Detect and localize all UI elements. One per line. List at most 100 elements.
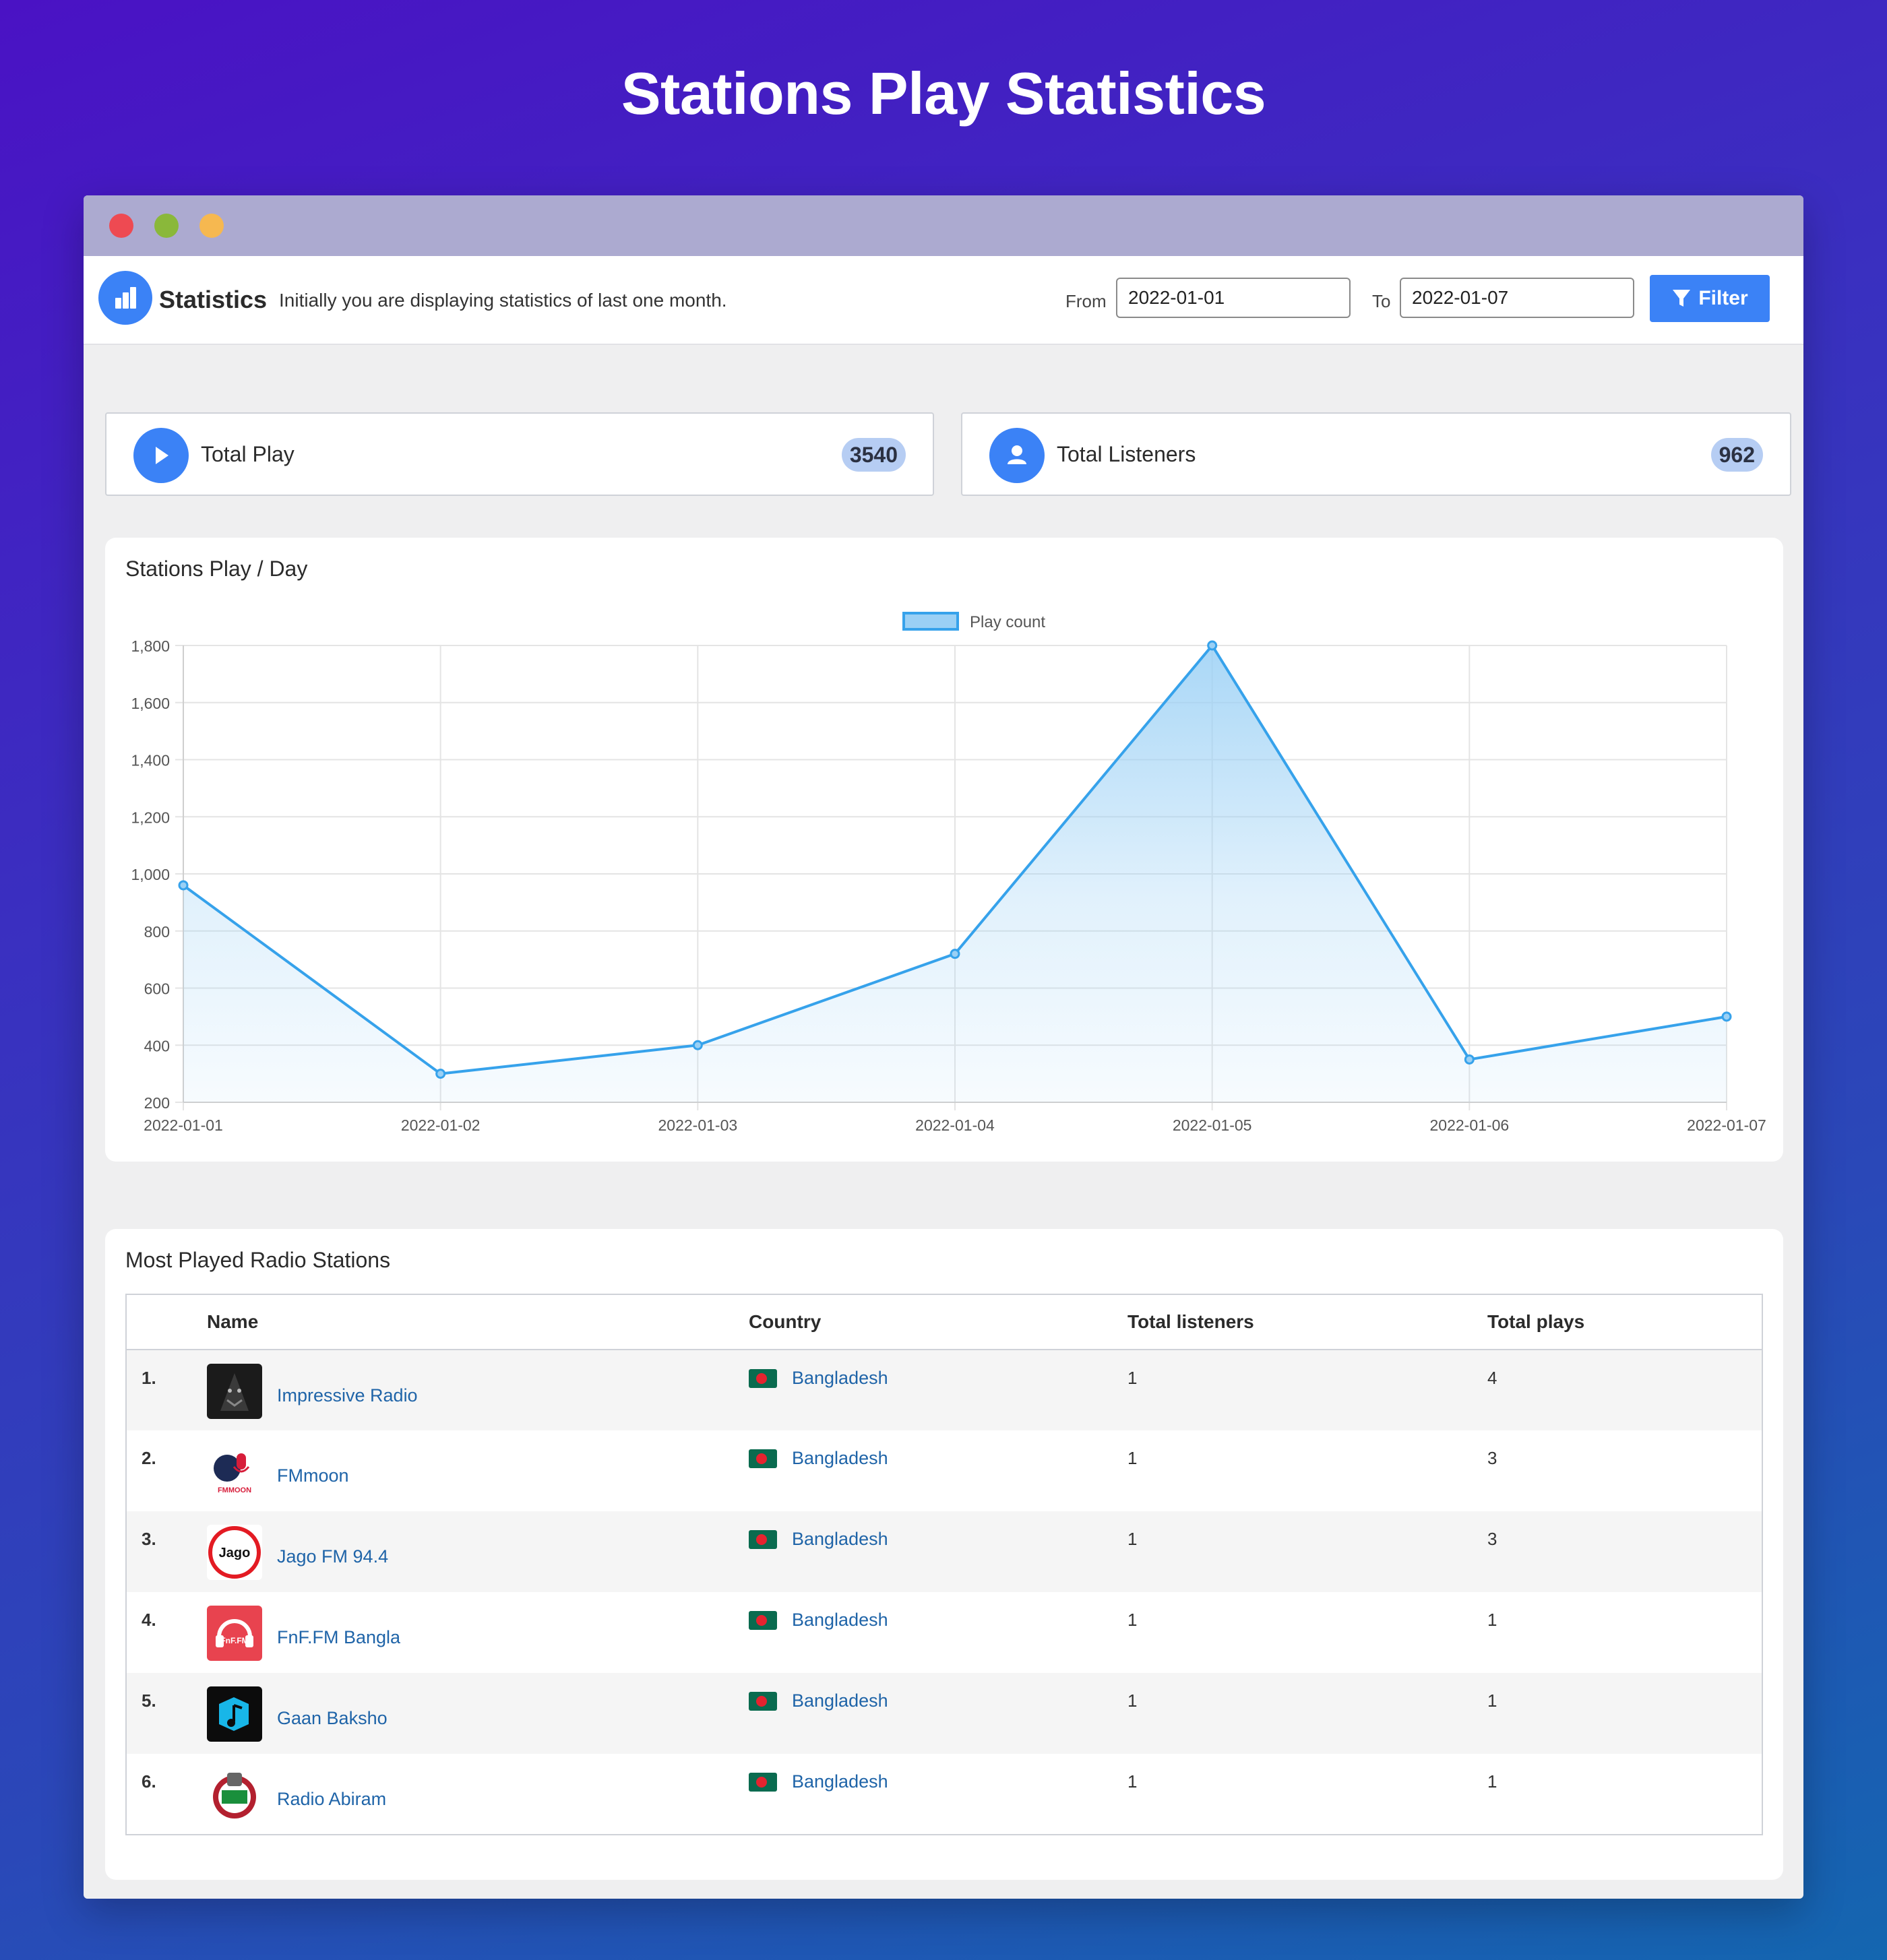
to-label: To bbox=[1372, 291, 1391, 311]
stations-table: Name Country Total listeners Total plays… bbox=[125, 1294, 1763, 1835]
table-row: 4. FnF.FM FnF.FM Bangla Bangladesh 1 1 bbox=[126, 1592, 1762, 1673]
x-tick-label: 2022-01-01 bbox=[144, 1116, 223, 1134]
svg-text:FMMOON: FMMOON bbox=[218, 1486, 251, 1494]
y-tick-label: 200 bbox=[144, 1094, 170, 1112]
row-country-cell: Bangladesh bbox=[749, 1511, 1127, 1592]
from-label: From bbox=[1065, 291, 1107, 311]
bangladesh-flag-icon bbox=[749, 1691, 777, 1711]
row-name-cell: FnF.FM FnF.FM Bangla bbox=[207, 1592, 749, 1673]
play-per-day-chart: 200 400 600 800 1,000 1,200 1,400 1,600 1,800 202… bbox=[131, 612, 1766, 1134]
y-tick-label: 600 bbox=[144, 980, 170, 998]
play-icon bbox=[133, 428, 189, 483]
row-name-cell: Gaan Baksho bbox=[207, 1673, 749, 1754]
x-tick-label: 2022-01-03 bbox=[658, 1116, 738, 1134]
legend-label: Play count bbox=[970, 613, 1045, 631]
station-logo[interactable] bbox=[207, 1364, 262, 1419]
row-total-plays: 1 bbox=[1487, 1592, 1762, 1673]
play-count-point bbox=[950, 949, 960, 959]
filter-button-label: Filter bbox=[1698, 287, 1748, 309]
row-total-listeners: 1 bbox=[1127, 1350, 1487, 1430]
x-tick-label: 2022-01-02 bbox=[401, 1116, 481, 1134]
station-name-link[interactable]: Jago FM 94.4 bbox=[277, 1546, 388, 1567]
row-total-listeners: 1 bbox=[1127, 1673, 1487, 1754]
x-tick-label: 2022-01-07 bbox=[1687, 1116, 1766, 1134]
y-tick-label: 1,400 bbox=[131, 752, 170, 769]
row-name-cell: Jago Jago FM 94.4 bbox=[207, 1511, 749, 1592]
country-link[interactable]: Bangladesh bbox=[792, 1690, 888, 1711]
play-count-point bbox=[178, 880, 189, 891]
play-count-point bbox=[435, 1069, 446, 1079]
station-logo[interactable]: Jago bbox=[207, 1525, 262, 1580]
col-country[interactable]: Country bbox=[749, 1294, 1127, 1350]
row-name-cell: Radio Abiram bbox=[207, 1754, 749, 1835]
row-country-cell: Bangladesh bbox=[749, 1430, 1127, 1511]
col-total-plays[interactable]: Total plays bbox=[1487, 1294, 1762, 1350]
country-link[interactable]: Bangladesh bbox=[792, 1448, 888, 1469]
y-tick-label: 1,600 bbox=[131, 695, 170, 712]
row-country-cell: Bangladesh bbox=[749, 1754, 1127, 1835]
country-link[interactable]: Bangladesh bbox=[792, 1529, 888, 1550]
table-panel-title: Most Played Radio Stations bbox=[125, 1248, 391, 1272]
row-rank: 3. bbox=[126, 1511, 207, 1592]
from-date-input[interactable] bbox=[1116, 278, 1351, 318]
station-logo[interactable]: FMMOON bbox=[207, 1444, 262, 1499]
x-tick-label: 2022-01-06 bbox=[1430, 1116, 1510, 1134]
row-rank: 1. bbox=[126, 1350, 207, 1430]
row-name-cell: FMMOON FMmoon bbox=[207, 1430, 749, 1511]
station-name-link[interactable]: Impressive Radio bbox=[277, 1385, 418, 1406]
row-total-listeners: 1 bbox=[1127, 1592, 1487, 1673]
row-rank: 2. bbox=[126, 1430, 207, 1511]
play-count-point bbox=[692, 1040, 703, 1050]
row-total-plays: 3 bbox=[1487, 1511, 1762, 1592]
row-country-cell: Bangladesh bbox=[749, 1673, 1127, 1754]
table-row: 6. Radio Abiram Bangladesh 1 1 bbox=[126, 1754, 1762, 1835]
station-name-link[interactable]: FnF.FM Bangla bbox=[277, 1627, 400, 1648]
row-total-plays: 1 bbox=[1487, 1754, 1762, 1835]
station-name-link[interactable]: FMmoon bbox=[277, 1465, 349, 1486]
col-name[interactable]: Name bbox=[207, 1294, 749, 1350]
bar-chart-icon bbox=[98, 271, 152, 325]
station-name-link[interactable]: Radio Abiram bbox=[277, 1789, 386, 1810]
x-tick-label: 2022-01-05 bbox=[1173, 1116, 1252, 1134]
table-row: 1. Impressive Radio Bangladesh 1 4 bbox=[126, 1350, 1762, 1430]
y-tick-label: 1,800 bbox=[131, 637, 170, 655]
user-icon bbox=[989, 428, 1045, 483]
station-logo[interactable]: FnF.FM bbox=[207, 1606, 262, 1661]
station-logo[interactable] bbox=[207, 1767, 262, 1823]
col-total-listeners[interactable]: Total listeners bbox=[1127, 1294, 1487, 1350]
row-country-cell: Bangladesh bbox=[749, 1350, 1127, 1430]
row-total-listeners: 1 bbox=[1127, 1430, 1487, 1511]
play-count-point bbox=[1721, 1011, 1732, 1022]
legend-swatch bbox=[902, 612, 959, 631]
to-date-input[interactable] bbox=[1400, 278, 1634, 318]
table-panel: Most Played Radio Stations Name Country … bbox=[105, 1229, 1783, 1880]
play-count-point bbox=[1464, 1054, 1475, 1065]
header-subtitle: Initially you are displaying statistics … bbox=[279, 290, 727, 311]
country-link[interactable]: Bangladesh bbox=[792, 1368, 888, 1389]
window-titlebar bbox=[84, 195, 1803, 256]
row-total-plays: 1 bbox=[1487, 1673, 1762, 1754]
table-row: 3. Jago Jago FM 94.4 Bangladesh 1 3 bbox=[126, 1511, 1762, 1592]
station-name-link[interactable]: Gaan Baksho bbox=[277, 1708, 388, 1729]
country-link[interactable]: Bangladesh bbox=[792, 1610, 888, 1631]
y-tick-label: 400 bbox=[144, 1037, 170, 1054]
minimize-window-button[interactable] bbox=[154, 214, 179, 238]
row-total-listeners: 1 bbox=[1127, 1754, 1487, 1835]
table-row: 5. Gaan Baksho Bangladesh 1 1 bbox=[126, 1673, 1762, 1754]
maximize-window-button[interactable] bbox=[199, 214, 224, 238]
close-window-button[interactable] bbox=[109, 214, 133, 238]
row-total-plays: 3 bbox=[1487, 1430, 1762, 1511]
chart-panel: Stations Play / Day 200 400 600 800 1,000 1,2… bbox=[105, 538, 1783, 1162]
station-logo[interactable] bbox=[207, 1686, 262, 1742]
play-count-point bbox=[1207, 640, 1218, 651]
filter-button[interactable]: Filter bbox=[1650, 275, 1770, 322]
bangladesh-flag-icon bbox=[749, 1368, 777, 1388]
y-tick-label: 1,000 bbox=[131, 866, 170, 883]
bangladesh-flag-icon bbox=[749, 1772, 777, 1792]
bangladesh-flag-icon bbox=[749, 1529, 777, 1549]
country-link[interactable]: Bangladesh bbox=[792, 1771, 888, 1792]
total-listeners-card: Total Listeners 962 bbox=[961, 412, 1791, 496]
row-name-cell: Impressive Radio bbox=[207, 1350, 749, 1430]
total-play-label: Total Play bbox=[201, 442, 295, 466]
total-listeners-count: 962 bbox=[1710, 438, 1763, 472]
